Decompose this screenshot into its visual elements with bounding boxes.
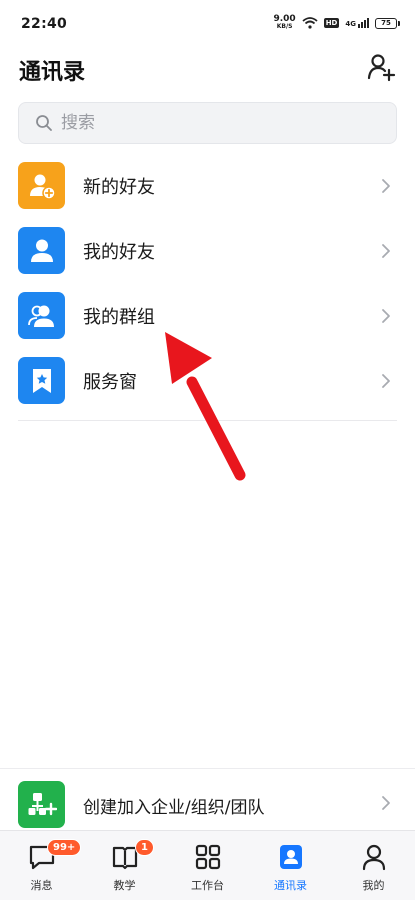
org-chart-icon (18, 781, 65, 828)
new-friend-icon (18, 162, 65, 209)
status-bar: 22:40 9.00 KB/S HD 4G 75 (0, 0, 415, 50)
grid-icon (195, 844, 220, 870)
battery-level: 75 (381, 19, 391, 27)
profile-icon (362, 844, 385, 871)
tab-label: 工作台 (191, 879, 224, 892)
contacts-icon (279, 845, 302, 869)
teaching-badge: 1 (135, 839, 154, 856)
menu-item-label: 新的好友 (83, 176, 155, 198)
network-type: 4G (345, 20, 356, 28)
chevron-right-icon (382, 373, 390, 388)
tab-profile[interactable]: 我的 (332, 831, 415, 900)
create-organization-row[interactable]: 创建加入企业/组织/团队 (0, 768, 415, 834)
menu-item-label: 我的群组 (83, 306, 155, 328)
menu-item-my-friends[interactable]: 我的好友 (0, 218, 415, 283)
network-speed-value: 9.00 (273, 14, 296, 24)
messages-badge: 99+ (47, 839, 82, 856)
service-window-icon (18, 357, 65, 404)
menu-item-label: 我的好友 (83, 241, 155, 263)
page-title: 通讯录 (19, 60, 86, 85)
status-time: 22:40 (21, 16, 68, 32)
battery-icon: 75 (375, 17, 400, 29)
tab-label: 我的 (362, 879, 385, 892)
tab-messages[interactable]: 99+ 消息 (0, 831, 83, 900)
search-icon (36, 115, 52, 131)
search-input[interactable] (61, 113, 361, 133)
chevron-right-icon (382, 243, 390, 258)
search-box[interactable] (18, 102, 397, 144)
tab-contacts[interactable]: 通讯录 (249, 831, 332, 900)
hd-badge: HD (323, 18, 340, 28)
network-speed: 9.00 KB/S (273, 15, 295, 31)
menu-item-label: 服务窗 (83, 371, 137, 393)
create-organization-label: 创建加入企业/组织/团队 (83, 798, 265, 818)
status-icons: 9.00 KB/S HD 4G 75 (273, 15, 400, 31)
tab-teaching[interactable]: 1 教学 (83, 831, 166, 900)
chevron-right-icon (382, 796, 390, 810)
tab-workbench[interactable]: 工作台 (166, 831, 249, 900)
bottom-tab-bar: 99+ 消息 1 教学 工作台 通讯录 我的 (0, 830, 415, 900)
header: 通讯录 (0, 50, 415, 94)
signal-icon: 4G (345, 18, 369, 28)
chevron-right-icon (382, 178, 390, 193)
tab-label: 消息 (30, 879, 53, 892)
add-contact-button[interactable] (367, 52, 397, 82)
tab-label: 教学 (113, 879, 136, 892)
tab-label: 通讯录 (274, 879, 307, 892)
add-contact-icon (367, 54, 396, 82)
my-friends-icon (18, 227, 65, 274)
menu-item-new-friends[interactable]: 新的好友 (0, 153, 415, 218)
my-groups-icon (18, 292, 65, 339)
annotation-arrow-icon (165, 332, 246, 481)
wifi-icon (302, 17, 318, 29)
chevron-right-icon (382, 308, 390, 323)
network-speed-unit: KB/S (276, 23, 293, 30)
